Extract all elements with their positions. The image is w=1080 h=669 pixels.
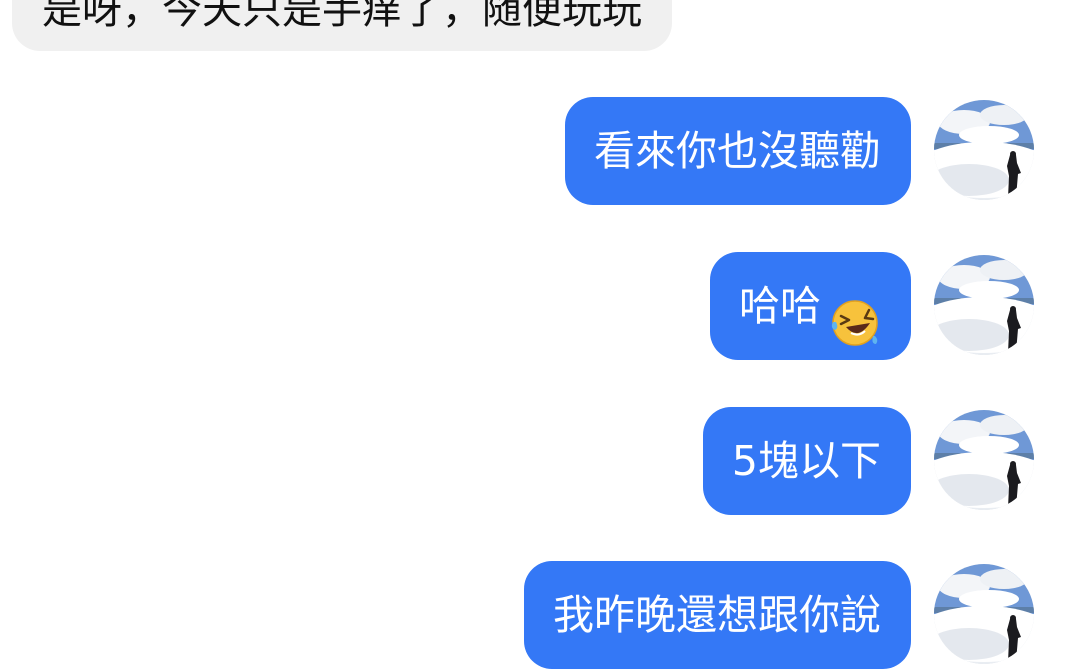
rolling-on-floor-laughing-emoji-icon bbox=[829, 280, 881, 346]
user-avatar-landscape-icon bbox=[934, 410, 1034, 510]
incoming-message-bubble[interactable]: 是呀，今天只是手痒了，随便玩玩 bbox=[12, 0, 672, 51]
outgoing-message-bubble[interactable]: 我昨晚還想跟你說 bbox=[524, 561, 911, 669]
message-row: 5塊以下 bbox=[0, 407, 1080, 517]
message-row: 哈哈 bbox=[0, 252, 1080, 362]
message-row: 我昨晚還想跟你說 bbox=[0, 561, 1080, 669]
outgoing-message-text: 我昨晚還想跟你說 bbox=[553, 591, 881, 639]
outgoing-message-text: 看來你也沒聽勸 bbox=[594, 127, 881, 175]
avatar[interactable] bbox=[934, 410, 1034, 510]
avatar[interactable] bbox=[934, 564, 1034, 664]
chat-thread: 是呀，今天只是手痒了，随便玩玩 看來你也沒聽勸 哈哈 5塊以下 我昨晚還想跟你說 bbox=[0, 0, 1080, 669]
avatar[interactable] bbox=[934, 100, 1034, 200]
user-avatar-landscape-icon bbox=[934, 100, 1034, 200]
message-row: 看來你也沒聽勸 bbox=[0, 97, 1080, 207]
outgoing-message-bubble[interactable]: 5塊以下 bbox=[702, 407, 911, 515]
outgoing-message-text: 5塊以下 bbox=[731, 437, 881, 485]
avatar[interactable] bbox=[934, 255, 1034, 355]
user-avatar-landscape-icon bbox=[934, 255, 1034, 355]
incoming-message-text: 是呀，今天只是手痒了，随便玩玩 bbox=[42, 0, 642, 33]
outgoing-message-bubble[interactable]: 看來你也沒聽勸 bbox=[565, 97, 911, 205]
outgoing-message-text: 哈哈 bbox=[739, 282, 821, 330]
user-avatar-landscape-icon bbox=[934, 564, 1034, 664]
outgoing-message-bubble[interactable]: 哈哈 bbox=[710, 252, 911, 360]
